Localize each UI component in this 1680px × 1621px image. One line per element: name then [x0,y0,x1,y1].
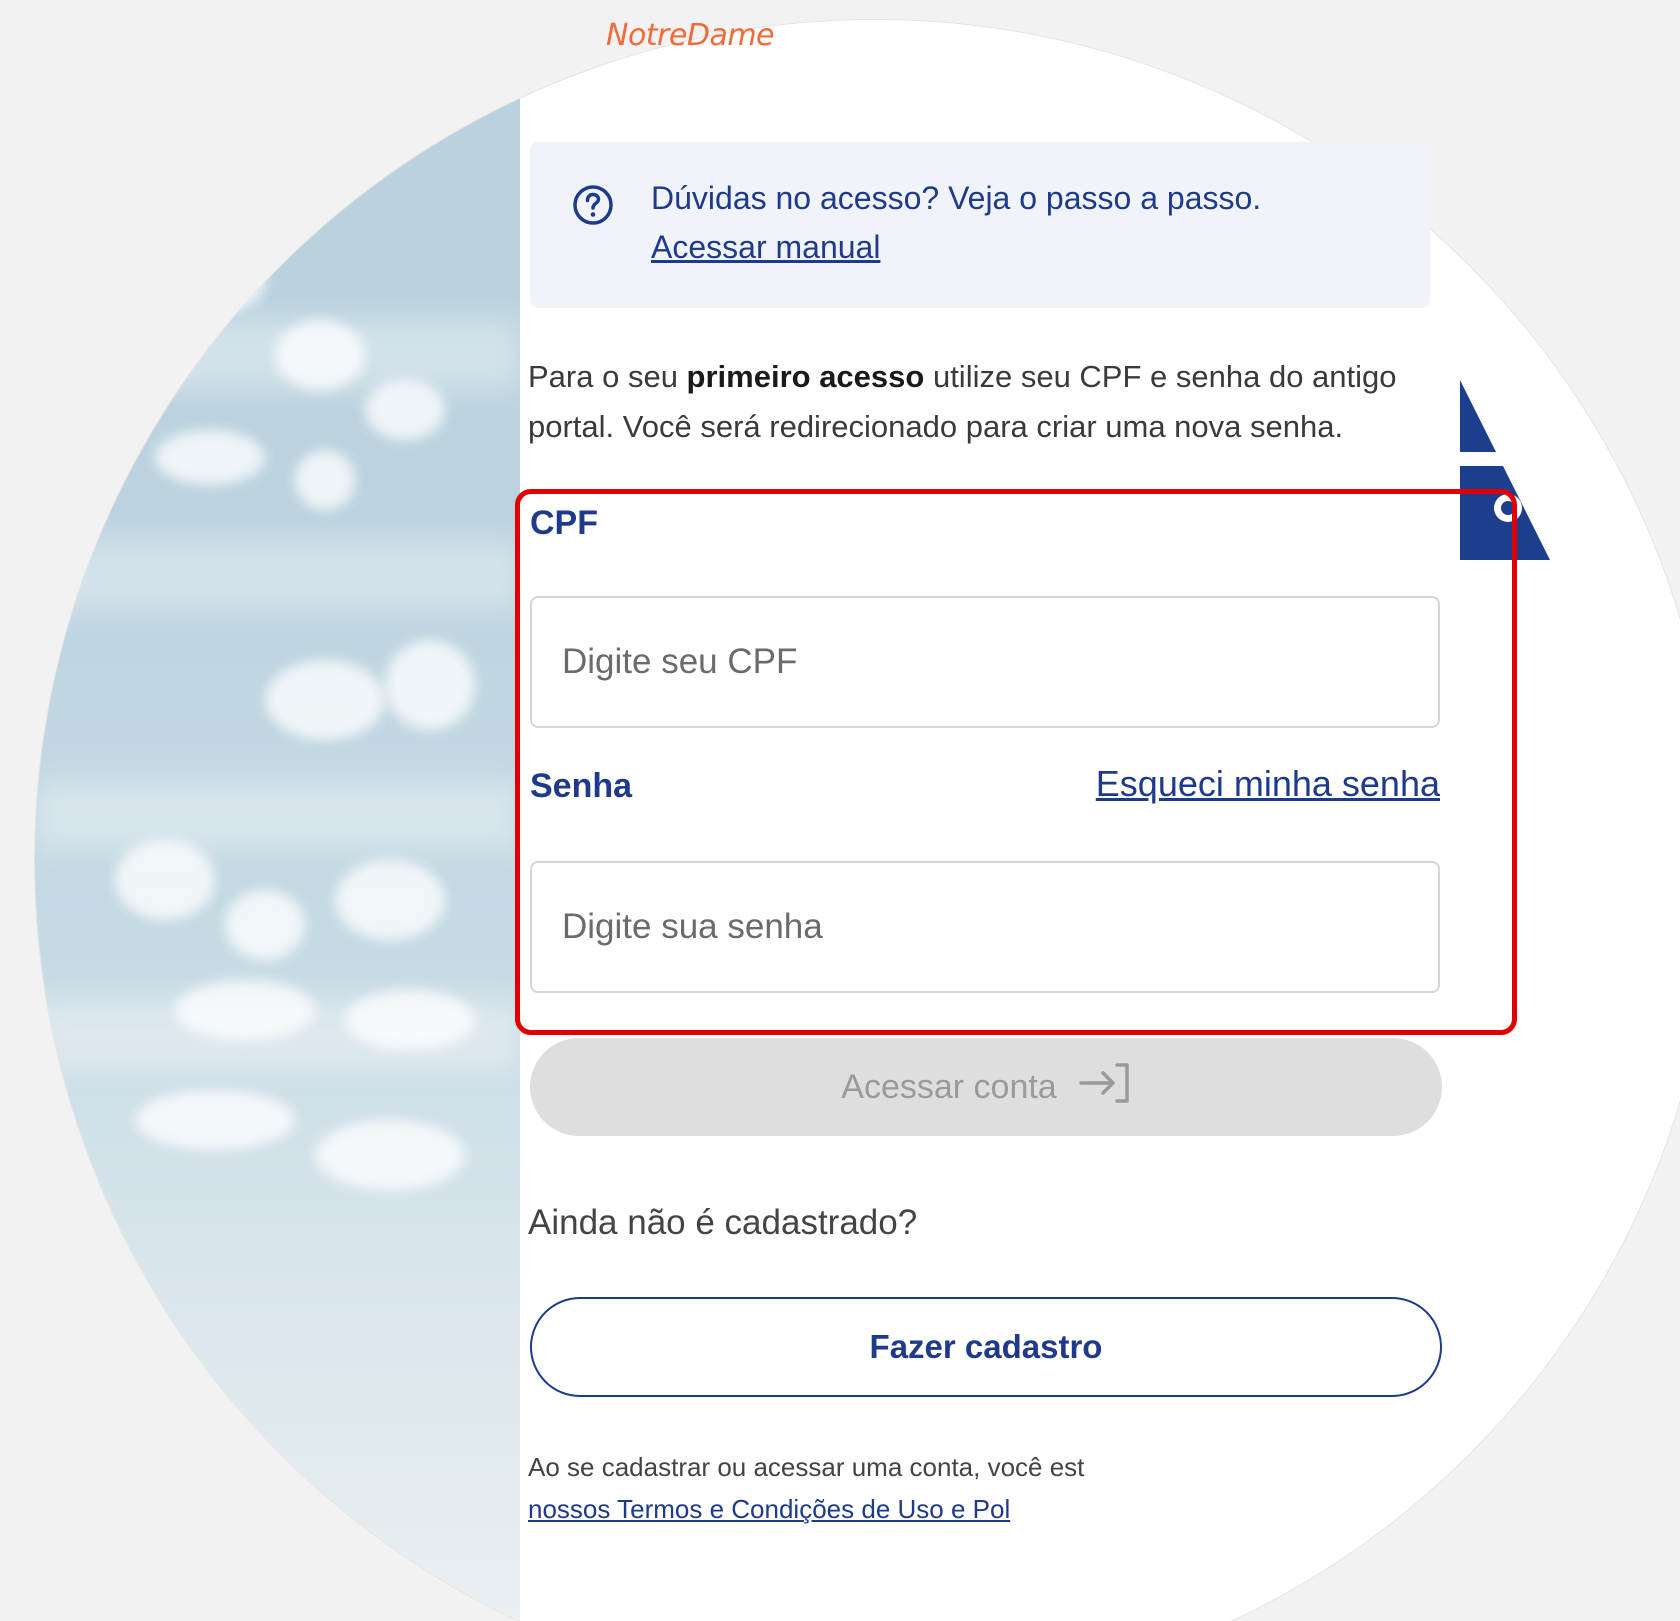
decorative-shape [1420,360,1560,560]
intro-prefix: Para o seu [528,359,687,394]
login-arrow-icon [1078,1061,1131,1114]
password-input[interactable] [530,861,1440,993]
help-title: Dúvidas no acesso? Veja o passo a passo. [651,180,1262,216]
access-account-button[interactable]: Acessar conta [530,1038,1442,1136]
intro-text: Para o seu primeiro acesso utilize seu C… [528,352,1458,452]
cpf-label: CPF [530,504,598,542]
cpf-input[interactable] [530,596,1440,728]
brand-logo: NotreDame [606,18,775,53]
question-circle-icon [572,184,614,226]
terms-prefix: Ao se cadastrar ou acessar uma conta, vo… [528,1452,1085,1482]
password-label: Senha [530,767,633,805]
access-button-label: Acessar conta [841,1067,1057,1106]
background-photo [35,20,520,1621]
help-banner [530,142,1430,308]
register-button[interactable]: Fazer cadastro [530,1297,1442,1397]
screenshot-stage: NotreDame Dúvidas no acesso? Veja o pass… [0,0,1680,1621]
not-registered-text: Ainda não é cadastrado? [528,1203,918,1242]
intro-bold: primeiro acesso [686,359,925,394]
terms-text: Ao se cadastrar ou acessar uma conta, vo… [528,1446,1428,1530]
manual-link[interactable]: Acessar manual [651,229,880,266]
forgot-password-link[interactable]: Esqueci minha senha [1096,763,1440,805]
terms-link[interactable]: nossos Termos e Condições de Uso e Pol [528,1494,1010,1524]
